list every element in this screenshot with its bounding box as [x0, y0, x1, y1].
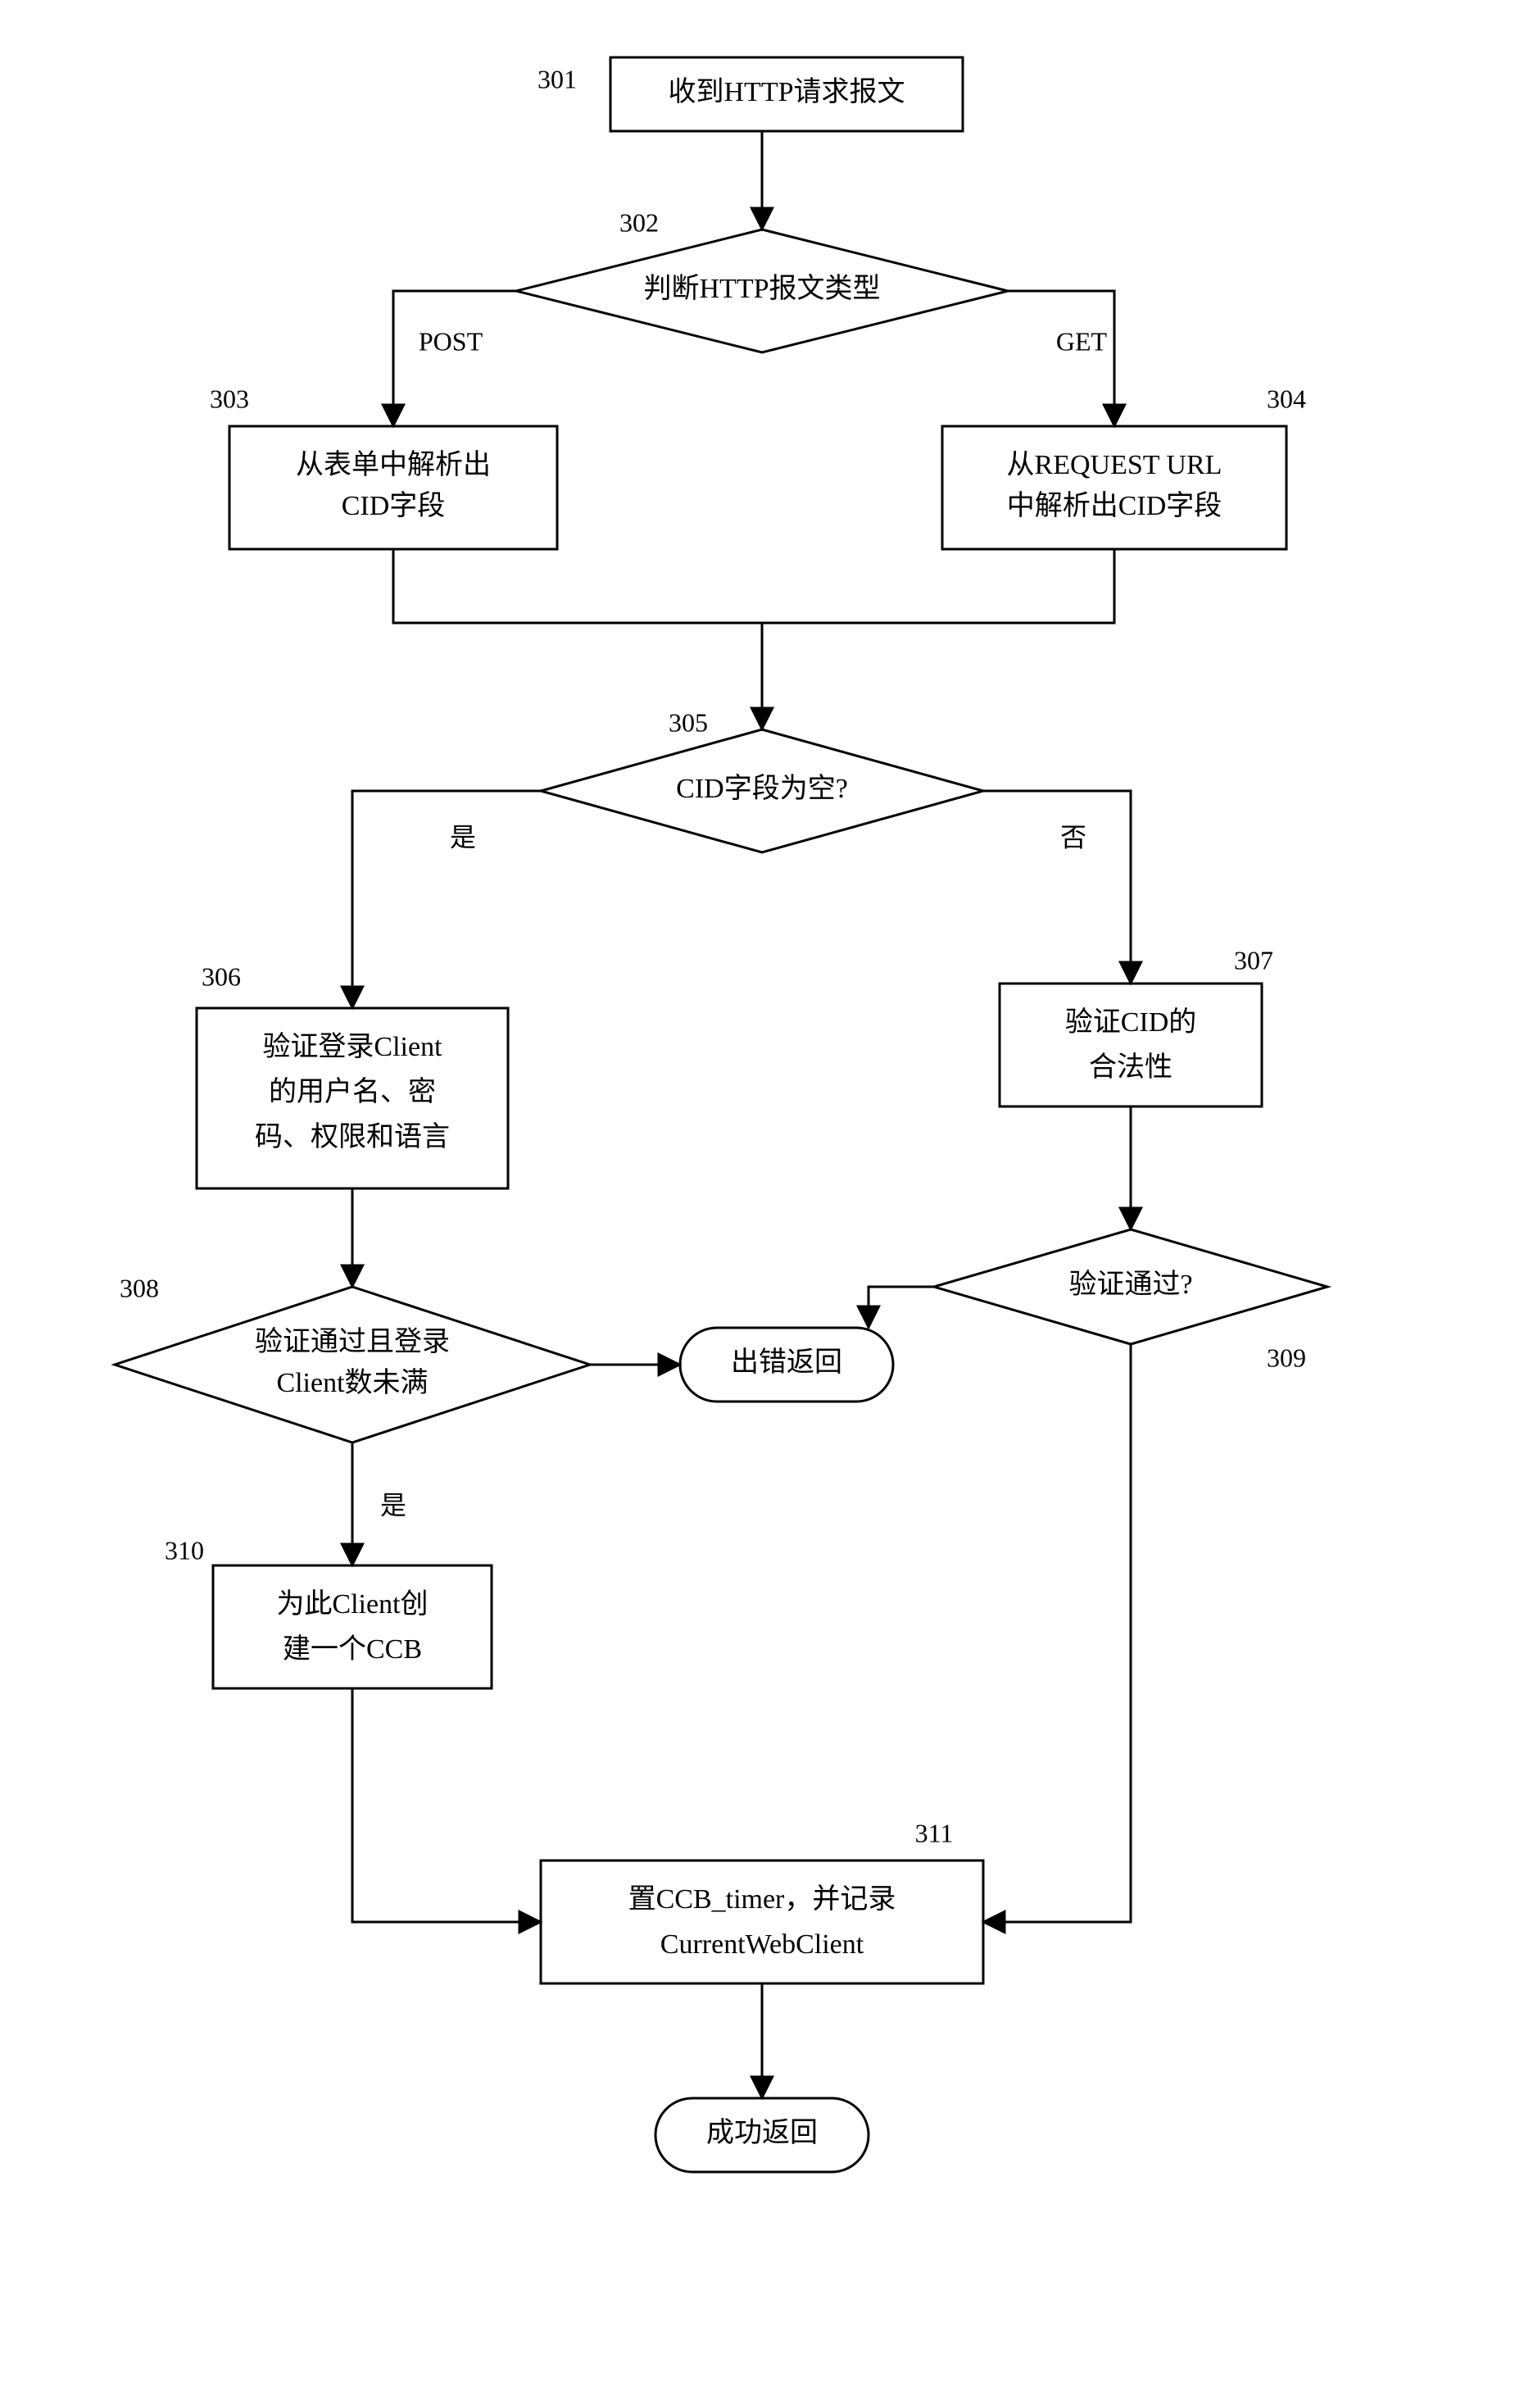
node-310-create-ccb: 为此Client创 建一个CCB 310: [165, 1535, 492, 1688]
n301-num: 301: [537, 64, 577, 93]
n307-num: 307: [1234, 945, 1273, 975]
n301-text: 收到HTTP请求报文: [669, 76, 905, 107]
n309-text: 验证通过?: [1068, 1269, 1192, 1300]
edge-302-303: [393, 291, 516, 426]
n306-l2: 的用户名、密: [269, 1076, 436, 1107]
n308-l1: 验证通过且登录: [255, 1326, 450, 1357]
edge-post-label: POST: [419, 326, 483, 356]
n309-num: 309: [1267, 1343, 1306, 1372]
edge-305-no: 否: [1060, 822, 1086, 852]
n310-l2: 建一个CCB: [283, 1633, 422, 1665]
edge-get-label: GET: [1056, 326, 1108, 356]
n302-text: 判断HTTP报文类型: [644, 273, 881, 304]
node-success-return: 成功返回: [655, 2098, 869, 2172]
n306-l1: 验证登录Client: [262, 1031, 442, 1062]
n303-l1: 从表单中解析出: [296, 449, 491, 480]
node-301-receive-http-request: 收到HTTP请求报文 301: [537, 57, 963, 131]
n310-num: 310: [165, 1535, 204, 1565]
n307-l1: 验证CID的: [1065, 1006, 1197, 1038]
node-304-parse-cid-from-url: 从REQUEST URL 中解析出CID字段 304: [942, 384, 1306, 549]
n304-l1: 从REQUEST URL: [1007, 450, 1222, 480]
n310-l1: 为此Client创: [276, 1588, 428, 1620]
err-text: 出错返回: [731, 1347, 842, 1378]
edge-309-311: [983, 1344, 1131, 1922]
n306-num: 306: [202, 961, 241, 991]
n311-num: 311: [915, 1818, 954, 1847]
edge-308-yes: 是: [380, 1490, 406, 1520]
n311-l2: CurrentWebClient: [660, 1929, 864, 1960]
edge-310-311: [352, 1688, 541, 1922]
n311-l1: 置CCB_timer，并记录: [628, 1883, 896, 1915]
n308-l2: Client数未满: [276, 1367, 428, 1398]
edge-304-merge: [762, 549, 1114, 623]
ok-text: 成功返回: [706, 2117, 818, 2148]
edge-302-304: [1008, 291, 1114, 426]
n302-num: 302: [619, 207, 659, 237]
n305-text: CID字段为空?: [676, 773, 848, 804]
n304-num: 304: [1267, 384, 1306, 413]
n303-num: 303: [210, 384, 249, 413]
n308-num: 308: [120, 1273, 159, 1302]
edge-305-306: [352, 791, 541, 1008]
node-error-return: 出错返回: [680, 1328, 893, 1402]
node-307-verify-cid-validity: 验证CID的 合法性 307: [1000, 945, 1273, 1106]
n305-num: 305: [669, 707, 708, 737]
edge-303-merge: [393, 549, 762, 623]
n303-l2: CID字段: [342, 490, 446, 521]
n306-l3: 码、权限和语言: [255, 1121, 450, 1152]
n307-l2: 合法性: [1089, 1052, 1172, 1083]
edge-309-error: [869, 1287, 934, 1328]
node-308-verified-and-not-full: 验证通过且登录 Client数未满 308: [115, 1273, 590, 1443]
node-311-set-ccb-timer: 置CCB_timer，并记录 CurrentWebClient 311: [541, 1818, 983, 1983]
node-303-parse-cid-from-form: 从表单中解析出 CID字段 303: [210, 384, 557, 549]
n304-l2: 中解析出CID字段: [1007, 490, 1222, 521]
edge-305-307: [983, 791, 1131, 984]
edge-305-yes: 是: [450, 822, 476, 852]
